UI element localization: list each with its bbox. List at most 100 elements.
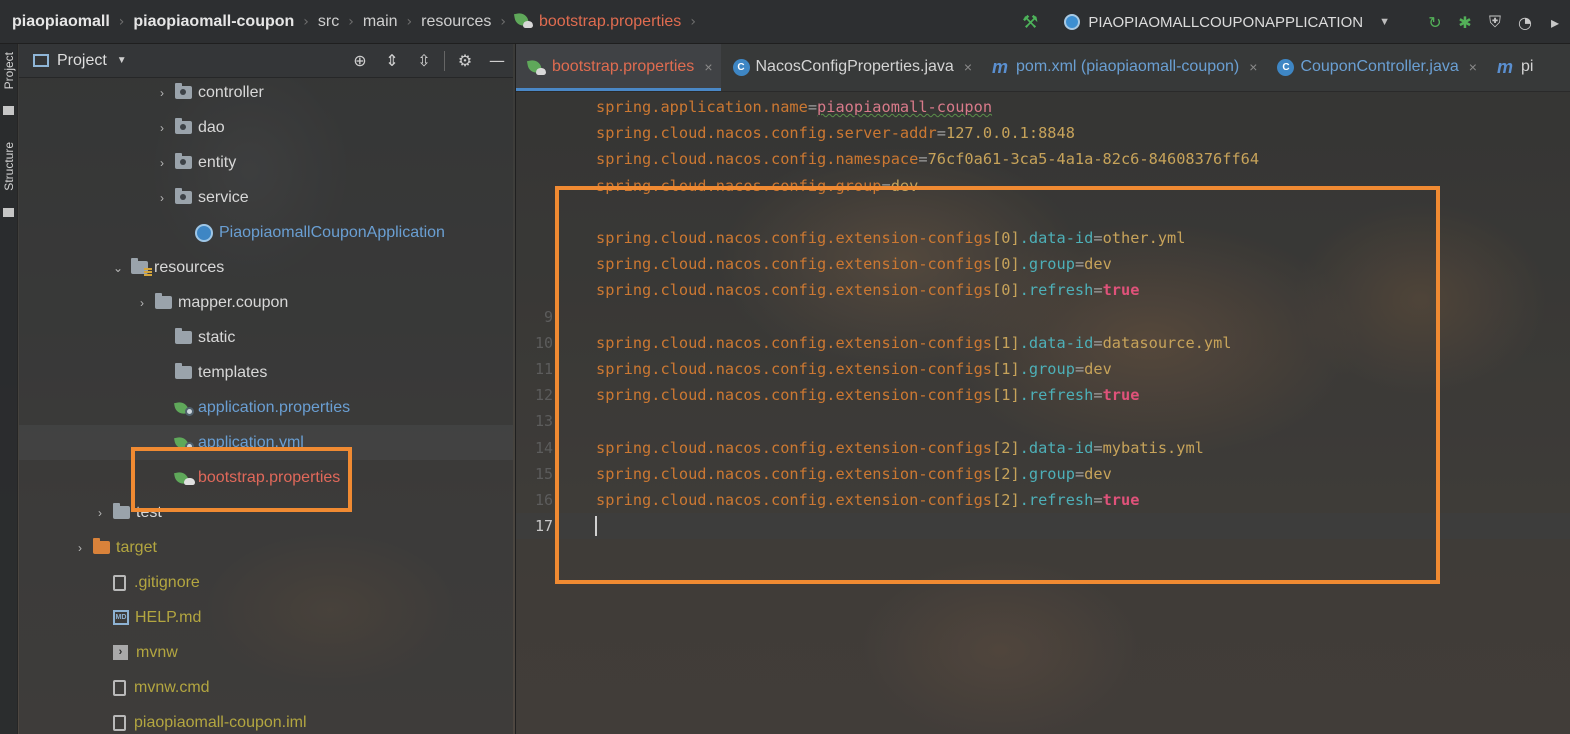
markdown-icon: MD — [113, 610, 129, 625]
code-line[interactable]: spring.cloud.nacos.config.namespace=76cf… — [516, 146, 1570, 172]
tree-item-label: templates — [198, 363, 268, 381]
chevron-right-icon[interactable]: › — [155, 156, 169, 170]
tree-item[interactable]: ›.gitignore — [19, 565, 513, 600]
editor-tab[interactable]: C CouponController.java × — [1265, 44, 1485, 91]
chevron-right-icon[interactable]: › — [135, 296, 149, 310]
tree-item[interactable]: ›application.properties — [19, 390, 513, 425]
java-class-icon: C — [1277, 58, 1295, 76]
more-run-options-icon[interactable]: ▸ — [1540, 13, 1570, 32]
tree-item[interactable]: ⌄ resources — [19, 250, 513, 285]
code-highlight-box — [555, 186, 1440, 584]
breadcrumb-item[interactable]: piaopiaomall — [12, 13, 110, 31]
close-icon[interactable]: × — [704, 59, 712, 75]
tree-item[interactable]: ›PiaopiaomallCouponApplication — [19, 215, 513, 250]
breadcrumb-separator: › — [118, 13, 125, 30]
chevron-down-icon[interactable]: ▼ — [1379, 16, 1390, 28]
breadcrumb-item[interactable]: piaopiaomall-coupon — [133, 13, 294, 31]
gear-icon[interactable]: ⚙ — [449, 51, 481, 70]
tree-item[interactable]: ›templates — [19, 355, 513, 390]
tree-item-label: static — [198, 328, 236, 346]
code-line[interactable]: spring.cloud.nacos.config.server-addr=12… — [516, 120, 1570, 146]
tree-item[interactable]: ›MDHELP.md — [19, 600, 513, 635]
tree-item[interactable]: › service — [19, 180, 513, 215]
tree-item-label: HELP.md — [135, 608, 202, 626]
editor-tab-label: bootstrap.properties — [552, 58, 695, 75]
property-value: 127.0.0.1:8848 — [945, 124, 1075, 143]
breadcrumb-label: resources — [421, 12, 492, 30]
editor-tab[interactable]: bootstrap.properties × — [516, 44, 721, 91]
breadcrumb-label: src — [317, 12, 340, 30]
close-icon[interactable]: × — [1249, 59, 1257, 75]
tree-item[interactable]: ›piaopiaomall-coupon.iml — [19, 705, 513, 734]
breadcrumb-label: piaopiaomall — [12, 12, 110, 30]
locate-crosshair-icon[interactable]: ⊕ — [344, 51, 376, 70]
line-number: 9 — [543, 307, 553, 326]
tree-item[interactable]: › dao — [19, 110, 513, 145]
tree-item-label: mapper.coupon — [178, 293, 289, 311]
hide-panel-icon[interactable]: — — [481, 51, 513, 70]
project-view-selector[interactable]: Project ▼ — [19, 52, 127, 70]
tree-item[interactable]: ›static — [19, 320, 513, 355]
code-line[interactable]: spring.application.name=piaopiaomall-cou… — [516, 94, 1570, 120]
breadcrumb-item[interactable]: bootstrap.properties — [513, 11, 681, 31]
folder-icon — [3, 106, 14, 115]
breadcrumb-item[interactable]: src — [318, 13, 339, 31]
coverage-shield-icon[interactable]: ⛨ — [1480, 12, 1510, 32]
editor-tab[interactable]: m pi — [1485, 44, 1541, 91]
tree-item[interactable]: ›mvnw.cmd — [19, 670, 513, 705]
structure-icon — [3, 208, 14, 217]
chevron-down-icon[interactable]: ▼ — [117, 55, 127, 66]
file-icon — [113, 574, 126, 591]
chevron-down-icon[interactable]: ⌄ — [111, 261, 125, 275]
build-hammer-icon[interactable]: ⚒ — [1022, 12, 1038, 33]
tree-item-label: piaopiaomall-coupon.iml — [134, 713, 307, 731]
breadcrumb-item[interactable]: resources — [421, 13, 491, 31]
tree-item-label: service — [198, 188, 249, 206]
profiler-icon[interactable]: ◔ — [1510, 13, 1540, 32]
project-tool-tab[interactable]: Project — [0, 48, 18, 120]
debug-bug-icon[interactable]: ✱ — [1450, 13, 1480, 32]
tree-item-label: target — [116, 538, 157, 556]
property-value: 76cf0a61-3ca5-4a1a-82c6-84608376ff64 — [927, 150, 1260, 169]
rerun-icon[interactable]: ↻ — [1420, 13, 1450, 32]
breadcrumb-separator: › — [348, 13, 354, 30]
close-icon[interactable]: × — [1469, 59, 1477, 75]
chevron-right-icon[interactable]: › — [93, 506, 107, 520]
chevron-right-icon[interactable]: › — [155, 86, 169, 100]
tree-item[interactable]: ››mvnw — [19, 635, 513, 670]
folder-icon — [175, 328, 192, 344]
chevron-right-icon[interactable]: › — [73, 541, 87, 555]
tree-item[interactable]: › controller — [19, 75, 513, 110]
spring-app-icon — [195, 223, 213, 242]
chevron-right-icon[interactable]: › — [155, 191, 169, 205]
editor-tab[interactable]: m pom.xml (piaopiaomall-coupon) × — [980, 44, 1265, 91]
breadcrumb-item[interactable]: main — [363, 13, 398, 31]
tree-item[interactable]: › entity — [19, 145, 513, 180]
line-number: 16 — [534, 491, 553, 509]
breadcrumb-separator: › — [303, 13, 309, 30]
close-icon[interactable]: × — [964, 59, 972, 75]
tree-item[interactable]: › mapper.coupon — [19, 285, 513, 320]
collapse-all-icon[interactable]: ⇳ — [408, 51, 440, 70]
shell-script-icon: › — [113, 645, 128, 660]
structure-tool-tab[interactable]: Structure — [0, 138, 18, 224]
tree-item-label: dao — [198, 118, 225, 136]
expand-all-icon[interactable]: ⇕ — [376, 51, 408, 70]
tree-item[interactable]: › target — [19, 530, 513, 565]
code-text: spring.cloud.nacos.config.namespace=76cf… — [596, 150, 1259, 168]
run-configuration-selector[interactable]: PIAOPIAOMALLCOUPONAPPLICATION ▼ — [1064, 14, 1408, 31]
spring-config-icon — [174, 400, 195, 416]
chevron-right-icon[interactable]: › — [155, 121, 169, 135]
breadcrumb: piaopiaomall › piaopiaomall-coupon › src › mai… — [0, 0, 705, 43]
editor-tab-label: NacosConfigProperties.java — [755, 58, 954, 75]
tree-highlight-box — [131, 447, 352, 512]
line-number: 17 — [534, 517, 553, 536]
tree-item-label: .gitignore — [134, 573, 200, 591]
project-header-actions: ⊕ ⇕ ⇳ ⚙ — — [344, 50, 513, 71]
line-number: 11 — [534, 360, 553, 378]
package-folder-icon — [175, 83, 192, 99]
property-key: spring.application.name — [596, 98, 808, 116]
folder-icon — [155, 293, 172, 309]
editor-tab[interactable]: C NacosConfigProperties.java × — [721, 44, 981, 91]
breadcrumb-separator: › — [690, 13, 696, 30]
